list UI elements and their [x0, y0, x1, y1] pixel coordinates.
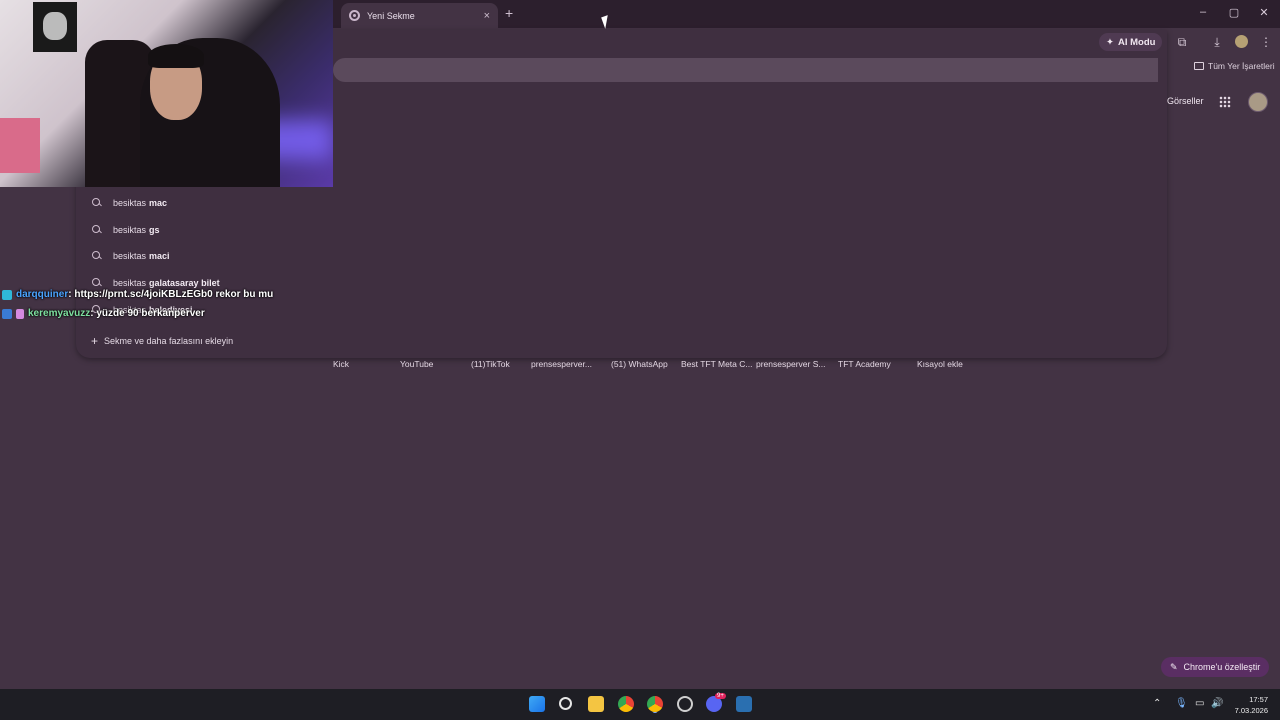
- background-decor: [0, 118, 40, 173]
- suggestion-prefix: besiktas: [113, 251, 147, 261]
- chat-message: darqquiner : https://prnt.sc/4joiKBLzEGb…: [2, 289, 273, 300]
- images-link[interactable]: Görseller: [1167, 96, 1204, 106]
- clock-app-icon[interactable]: [677, 696, 693, 712]
- suggestion-item[interactable]: besiktas maci: [91, 248, 170, 264]
- discord-badge: 9+: [715, 693, 726, 699]
- wall-poster: [33, 2, 77, 52]
- chat-badge-icon: [2, 308, 12, 319]
- shortcut-tft-academy[interactable]: TFT Academy: [838, 359, 891, 369]
- shortcut-tft-meta[interactable]: Best TFT Meta C...: [681, 359, 752, 369]
- folder-icon: [1194, 62, 1204, 70]
- chat-badge-icon: [16, 308, 24, 319]
- add-shortcut-button[interactable]: Kısayol ekle: [917, 359, 963, 369]
- chat-username: keremyavuzz: [28, 308, 91, 319]
- chat-badge-icon: [2, 289, 12, 300]
- ai-mode-button[interactable]: ✦ AI Modu: [1099, 33, 1163, 51]
- suggestion-prefix: besiktas: [113, 198, 147, 208]
- ai-mode-icon: ✦: [1106, 36, 1114, 48]
- chat-text: : https://prnt.sc/4joiKBLzEGb0 rekor bu …: [68, 289, 274, 300]
- download-icon[interactable]: ⤓: [1210, 35, 1224, 49]
- ai-mode-label: AI Modu: [1117, 36, 1156, 48]
- maximize-button[interactable]: ▢: [1227, 6, 1241, 19]
- taskbar: [0, 689, 1280, 720]
- profile-avatar[interactable]: [1235, 35, 1248, 48]
- search-icon: [91, 197, 103, 209]
- suggestion-prefix: besiktas: [113, 225, 147, 235]
- shortcut-prensesperver-s[interactable]: prensesperver S...: [756, 359, 825, 369]
- search-icon: [91, 250, 103, 262]
- extensions-icon[interactable]: ⧉: [1175, 35, 1189, 49]
- omnibox-input[interactable]: [333, 58, 1158, 82]
- add-tabs-button[interactable]: + Sekme ve daha fazlasını ekleyin: [91, 334, 233, 348]
- customize-label: Chrome'u özelleştir: [1183, 662, 1261, 672]
- tab-close-button[interactable]: ×: [484, 10, 490, 22]
- chrome-active-icon[interactable]: [647, 696, 663, 712]
- plus-icon: +: [91, 334, 99, 348]
- search-icon: [91, 224, 103, 236]
- volume-icon[interactable]: 🔊: [1211, 698, 1223, 709]
- all-bookmarks-button[interactable]: Tüm Yer İşaretleri: [1194, 61, 1275, 71]
- tab-new-tab[interactable]: Yeni Sekme ×: [341, 3, 498, 28]
- chat-message: keremyavuzz : yüzde 90 berkanperver: [2, 308, 205, 319]
- customize-chrome-button[interactable]: ✎ Chrome'u özelleştir: [1161, 657, 1270, 677]
- all-bookmarks-label: Tüm Yer İşaretleri: [1208, 61, 1275, 71]
- chat-text: : yüzde 90 berkanperver: [90, 308, 205, 319]
- chat-username: darqquiner: [16, 289, 69, 300]
- calculator-icon[interactable]: [736, 696, 752, 712]
- windows-start-icon[interactable]: [529, 696, 545, 712]
- minimize-button[interactable]: –: [1196, 6, 1210, 18]
- suggestion-completion: mac: [149, 198, 168, 208]
- add-tabs-label: Sekme ve daha fazlasını ekleyin: [104, 336, 234, 346]
- suggestion-item[interactable]: besiktas mac: [91, 195, 167, 211]
- clock-time: 17:57: [1249, 695, 1268, 704]
- google-apps-icon[interactable]: [1219, 96, 1231, 108]
- new-tab-button[interactable]: +: [505, 5, 513, 21]
- account-avatar[interactable]: [1248, 92, 1268, 112]
- clock-date: 7.03.2026: [1234, 706, 1268, 715]
- microphone-icon[interactable]: 🎙: [1175, 698, 1188, 709]
- streamer-hair: [148, 44, 204, 68]
- pencil-icon: ✎: [1170, 661, 1178, 672]
- shortcut-prensesperver[interactable]: prensesperver...: [531, 359, 592, 369]
- file-explorer-icon[interactable]: [588, 696, 604, 712]
- suggestion-prefix: besiktas: [113, 278, 147, 288]
- webcam-overlay: [0, 0, 333, 187]
- suggestion-item[interactable]: besiktas gs: [91, 222, 160, 238]
- network-icon[interactable]: ▭: [1195, 698, 1204, 709]
- suggestion-completion: gs: [149, 225, 160, 235]
- search-icon: [91, 277, 103, 289]
- search-icon[interactable]: [559, 697, 572, 710]
- shortcut-whatsapp[interactable]: (51) WhatsApp: [611, 359, 668, 369]
- shortcut-tiktok[interactable]: (11)TikTok: [471, 359, 510, 369]
- shortcut-youtube[interactable]: YouTube: [400, 359, 433, 369]
- chrome-icon: [349, 10, 360, 21]
- suggestion-completion: galatasaray bilet: [149, 278, 220, 288]
- tab-title: Yeni Sekme: [367, 10, 415, 21]
- chrome-icon[interactable]: [618, 696, 634, 712]
- close-window-button[interactable]: ✕: [1257, 6, 1271, 19]
- shortcut-kick[interactable]: Kick: [333, 359, 349, 369]
- suggestion-completion: maci: [149, 251, 170, 261]
- chevron-up-icon[interactable]: ⌃: [1153, 698, 1161, 709]
- system-clock[interactable]: 17:57 7.03.2026: [1230, 694, 1268, 716]
- menu-kebab-icon[interactable]: ⋮: [1259, 35, 1273, 49]
